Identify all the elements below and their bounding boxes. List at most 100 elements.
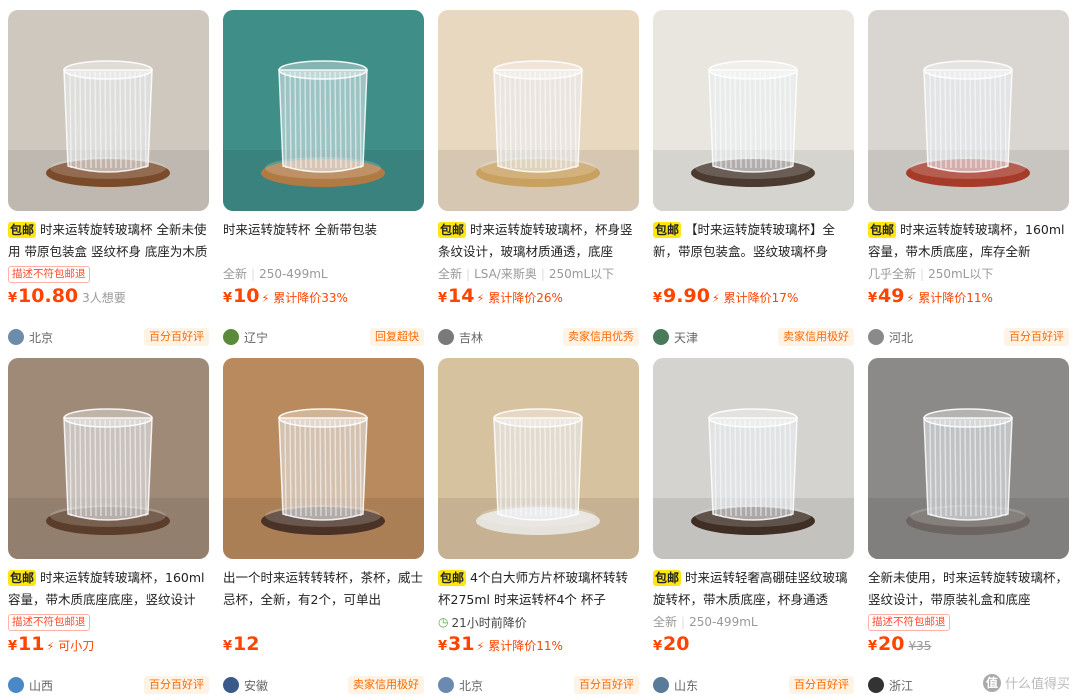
seller-row: 吉林 卖家信用优秀 bbox=[438, 324, 639, 350]
product-image[interactable] bbox=[653, 358, 854, 559]
product-card[interactable]: 包邮 【时来运转旋转玻璃杯】全新，带原包装盒。竖纹玻璃杯身 ¥9.90 ⚡ 累计降价1… bbox=[653, 10, 854, 350]
product-card[interactable]: 包邮 时来运转轻奢高硼硅竖纹玻璃旋转杯，带木质底座，杯身通透全新 | 250-499m… bbox=[653, 358, 854, 698]
price-note: 累计降价11% bbox=[918, 291, 993, 305]
free-shipping-badge: 包邮 bbox=[868, 222, 897, 238]
price: ¥20 bbox=[653, 633, 690, 655]
price: ¥9.90 bbox=[653, 285, 710, 307]
return-policy-tag: 描述不符包邮退 bbox=[8, 265, 90, 283]
price-note: 累计降价17% bbox=[723, 291, 799, 305]
seller-location[interactable]: 河北 bbox=[868, 329, 913, 346]
seller-location[interactable]: 山东 bbox=[653, 677, 698, 694]
product-card[interactable]: 包邮 时来运转旋转玻璃杯，160ml容量，带木质底座底座，竖纹设计 描述不符包邮退 … bbox=[8, 358, 209, 698]
price: ¥20 bbox=[868, 633, 905, 655]
seller-row: 北京 百分百好评 bbox=[8, 324, 209, 350]
product-title[interactable]: 包邮 时来运转旋转玻璃杯，杯身竖条纹设计，玻璃材质通透，底座 bbox=[438, 219, 639, 263]
product-photo-illustration bbox=[8, 358, 209, 559]
product-title[interactable]: 包邮 时来运转旋转玻璃杯 全新未使用 带原包装盒 竖纹杯身 底座为木质 bbox=[8, 219, 209, 263]
product-card[interactable]: 全新未使用，时来运转旋转玻璃杯，竖纹设计，带原装礼盒和底座 描述不符包邮退 ¥20… bbox=[868, 358, 1069, 698]
product-photo-illustration bbox=[653, 10, 854, 211]
product-card[interactable]: 时来运转旋转杯 全新带包装 全新 | 250-499mL ¥10 ⚡ 累计降价33% 辽宁… bbox=[223, 10, 424, 350]
price: ¥10 bbox=[223, 285, 260, 307]
seller-badge: 百分百好评 bbox=[574, 676, 639, 694]
seller-avatar bbox=[8, 329, 24, 345]
seller-row: 天津 卖家信用极好 bbox=[653, 324, 854, 350]
seller-row: 河北 百分百好评 bbox=[868, 324, 1069, 350]
seller-avatar bbox=[653, 329, 669, 345]
seller-avatar bbox=[8, 677, 24, 693]
seller-location[interactable]: 北京 bbox=[438, 677, 483, 694]
seller-row: 辽宁 回复超快 bbox=[223, 324, 424, 350]
product-attribute: 几乎全新 bbox=[868, 267, 917, 281]
seller-location[interactable]: 北京 bbox=[8, 329, 53, 346]
seller-avatar bbox=[223, 329, 239, 345]
product-card[interactable]: 包邮 时来运转旋转玻璃杯 全新未使用 带原包装盒 竖纹杯身 底座为木质描述不符包邮… bbox=[8, 10, 209, 350]
product-image[interactable] bbox=[438, 10, 639, 211]
seller-avatar bbox=[653, 677, 669, 693]
product-title[interactable]: 包邮 4个白大师方片杯玻璃杯转转杯275ml 时来运转杯4个 杯子 bbox=[438, 567, 639, 611]
seller-badge: 卖家信用优秀 bbox=[563, 328, 639, 346]
product-attributes: 全新 | 250-499mL bbox=[653, 615, 758, 629]
product-title[interactable]: 包邮 时来运转旋转玻璃杯，160ml容量，带木质底座，库存全新 bbox=[868, 219, 1069, 263]
free-shipping-badge: 包邮 bbox=[8, 570, 37, 586]
seller-location[interactable]: 浙江 bbox=[868, 677, 913, 694]
seller-location[interactable]: 吉林 bbox=[438, 329, 483, 346]
price-line: ¥10 ⚡ 累计降价33% bbox=[223, 285, 424, 313]
product-attribute: 250mL以下 bbox=[548, 267, 615, 281]
product-image[interactable] bbox=[223, 358, 424, 559]
seller-badge: 百分百好评 bbox=[1004, 328, 1069, 346]
watermark-text: 什么值得买 bbox=[1004, 677, 1070, 692]
seller-location[interactable]: 安徽 bbox=[223, 677, 268, 694]
watermark-logo-icon: 值 bbox=[982, 673, 1001, 692]
product-image[interactable] bbox=[868, 10, 1069, 211]
clock-icon: ◷ bbox=[438, 615, 449, 629]
seller-badge: 百分百好评 bbox=[144, 328, 209, 346]
product-title[interactable]: 出一个时来运转转转杯，茶杯，威士忌杯，全新，有2个，可单出 bbox=[223, 567, 424, 611]
seller-avatar bbox=[438, 677, 454, 693]
price-line: ¥49 ⚡ 累计降价11% bbox=[868, 285, 1069, 313]
seller-location[interactable]: 天津 bbox=[653, 329, 698, 346]
price: ¥49 bbox=[868, 285, 905, 307]
price-note: 累计降价11% bbox=[488, 639, 563, 653]
product-photo-illustration bbox=[223, 10, 424, 211]
product-card[interactable]: 包邮 时来运转旋转玻璃杯，160ml容量，带木质底座，库存全新 几乎全新 | 250mL… bbox=[868, 10, 1069, 350]
product-photo-illustration bbox=[223, 358, 424, 559]
product-image[interactable] bbox=[8, 10, 209, 211]
product-title-text: 出一个时来运转转转杯，茶杯，威士忌杯，全新，有2个，可单出 bbox=[223, 570, 424, 607]
product-image[interactable] bbox=[223, 10, 424, 211]
seller-location[interactable]: 山西 bbox=[8, 677, 53, 694]
product-grid: 包邮 时来运转旋转玻璃杯 全新未使用 带原包装盒 竖纹杯身 底座为木质描述不符包邮… bbox=[8, 10, 1072, 698]
seller-avatar bbox=[868, 329, 884, 345]
seller-badge: 百分百好评 bbox=[789, 676, 854, 694]
product-image[interactable] bbox=[868, 358, 1069, 559]
product-photo-illustration bbox=[8, 10, 209, 211]
product-title[interactable]: 全新未使用，时来运转旋转玻璃杯，竖纹设计，带原装礼盒和底座 bbox=[868, 567, 1069, 611]
product-photo-illustration bbox=[653, 358, 854, 559]
product-image[interactable] bbox=[438, 358, 639, 559]
product-photo-illustration bbox=[868, 358, 1069, 559]
price-note: 可小刀 bbox=[58, 639, 95, 653]
product-image[interactable] bbox=[653, 10, 854, 211]
product-attributes: 全新 | 250-499mL bbox=[223, 267, 328, 281]
product-card[interactable]: 包邮 时来运转旋转玻璃杯，杯身竖条纹设计，玻璃材质通透，底座 全新 | LSA/来斯奥 |… bbox=[438, 10, 639, 350]
product-title[interactable]: 包邮 时来运转轻奢高硼硅竖纹玻璃旋转杯，带木质底座，杯身通透 bbox=[653, 567, 854, 611]
product-title[interactable]: 包邮 时来运转旋转玻璃杯，160ml容量，带木质底座底座，竖纹设计 bbox=[8, 567, 209, 611]
product-title[interactable]: 时来运转旋转杯 全新带包装 bbox=[223, 219, 424, 263]
product-title-text: 时来运转旋转杯 全新带包装 bbox=[223, 222, 377, 237]
product-card[interactable]: 包邮 4个白大师方片杯玻璃杯转转杯275ml 时来运转杯4个 杯子 ◷ 21小时前降价… bbox=[438, 358, 639, 698]
product-attribute: 全新 bbox=[438, 267, 463, 281]
product-photo-illustration bbox=[438, 358, 639, 559]
product-attribute: LSA/来斯奥 bbox=[474, 267, 537, 281]
price-drop-time-tag: ◷ 21小时前降价 bbox=[438, 615, 527, 630]
seller-location[interactable]: 辽宁 bbox=[223, 329, 268, 346]
original-price: ¥35 bbox=[908, 639, 932, 653]
product-title-text: 时来运转轻奢高硼硅竖纹玻璃旋转杯，带木质底座，杯身通透 bbox=[653, 570, 848, 607]
price-line: ¥20 ¥35 bbox=[868, 633, 1069, 661]
product-photo-illustration bbox=[438, 10, 639, 211]
price-note: 3人想要 bbox=[82, 291, 126, 305]
product-image[interactable] bbox=[8, 358, 209, 559]
product-card[interactable]: 出一个时来运转转转杯，茶杯，威士忌杯，全新，有2个，可单出 ¥12 安徽 卖家信用… bbox=[223, 358, 424, 698]
product-title[interactable]: 包邮 【时来运转旋转玻璃杯】全新，带原包装盒。竖纹玻璃杯身 bbox=[653, 219, 854, 263]
lightning-icon: ⚡ bbox=[261, 292, 270, 305]
seller-badge: 卖家信用极好 bbox=[348, 676, 424, 694]
free-shipping-badge: 包邮 bbox=[438, 570, 467, 586]
